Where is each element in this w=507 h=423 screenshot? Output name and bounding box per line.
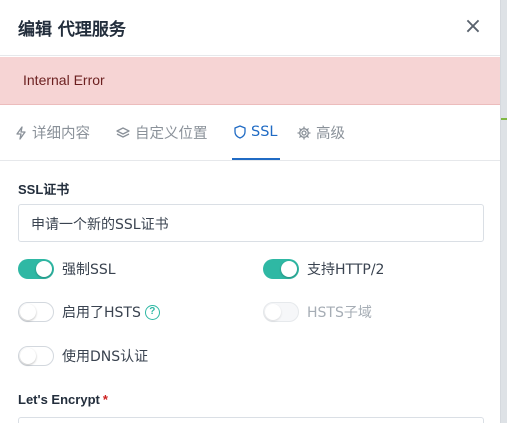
- force-ssl-switch[interactable]: [18, 259, 54, 279]
- ssl-certificate-select[interactable]: 申请一个新的SSL证书: [18, 204, 484, 242]
- shield-icon: [234, 124, 246, 139]
- layers-icon: [116, 126, 130, 138]
- error-message: Internal Error: [23, 72, 105, 88]
- lets-encrypt-label: Let's Encrypt *: [18, 392, 108, 407]
- help-icon[interactable]: ?: [144, 304, 160, 320]
- backdrop: [501, 0, 507, 423]
- hsts-label: 启用了HSTS: [62, 305, 141, 321]
- tab-details[interactable]: 详细内容: [15, 105, 90, 160]
- lets-encrypt-label-text: Let's Encrypt: [18, 392, 100, 407]
- force-ssl-toggle[interactable]: 强制SSL: [18, 259, 116, 279]
- close-button[interactable]: ×: [462, 14, 484, 40]
- edit-proxy-modal: 编辑 代理服务 × Internal Error 详细内容 自定义位置 SSL: [0, 0, 501, 423]
- tab-bar: 详细内容 自定义位置 SSL 高级: [0, 105, 500, 161]
- ssl-certificate-value: 申请一个新的SSL证书: [31, 217, 169, 233]
- http2-toggle[interactable]: 支持HTTP/2: [263, 259, 384, 279]
- tab-custom-locations-label: 自定义位置: [135, 126, 208, 142]
- http2-switch[interactable]: [263, 259, 299, 279]
- hsts-subdomains-switch: [263, 302, 299, 322]
- ssl-certificate-label: SSL证书: [18, 182, 70, 197]
- tab-advanced-label: 高级: [316, 126, 345, 142]
- dns-challenge-toggle[interactable]: 使用DNS认证: [18, 346, 148, 366]
- tab-advanced[interactable]: 高级: [297, 105, 345, 160]
- lets-encrypt-email-input[interactable]: [18, 417, 484, 423]
- error-alert: Internal Error: [0, 57, 500, 105]
- http2-label: 支持HTTP/2: [307, 262, 385, 278]
- hsts-switch[interactable]: [18, 302, 54, 322]
- tab-ssl[interactable]: SSL: [232, 105, 280, 160]
- backdrop-accent-line: [501, 118, 507, 120]
- hsts-toggle[interactable]: 启用了HSTS ?: [18, 302, 160, 322]
- tab-details-label: 详细内容: [32, 126, 90, 142]
- dns-challenge-switch[interactable]: [18, 346, 54, 366]
- bolt-icon: [16, 125, 26, 140]
- required-marker: *: [102, 392, 108, 407]
- hsts-subdomains-label: HSTS子域: [307, 305, 372, 321]
- hsts-subdomains-toggle: HSTS子域: [263, 302, 372, 322]
- force-ssl-label: 强制SSL: [62, 262, 116, 278]
- modal-header: 编辑 代理服务 ×: [0, 0, 500, 56]
- tab-ssl-label: SSL: [251, 123, 278, 140]
- gear-icon: [297, 125, 311, 140]
- tab-custom-locations[interactable]: 自定义位置: [116, 105, 208, 160]
- dns-challenge-label: 使用DNS认证: [62, 349, 149, 365]
- modal-title: 编辑 代理服务: [18, 20, 126, 40]
